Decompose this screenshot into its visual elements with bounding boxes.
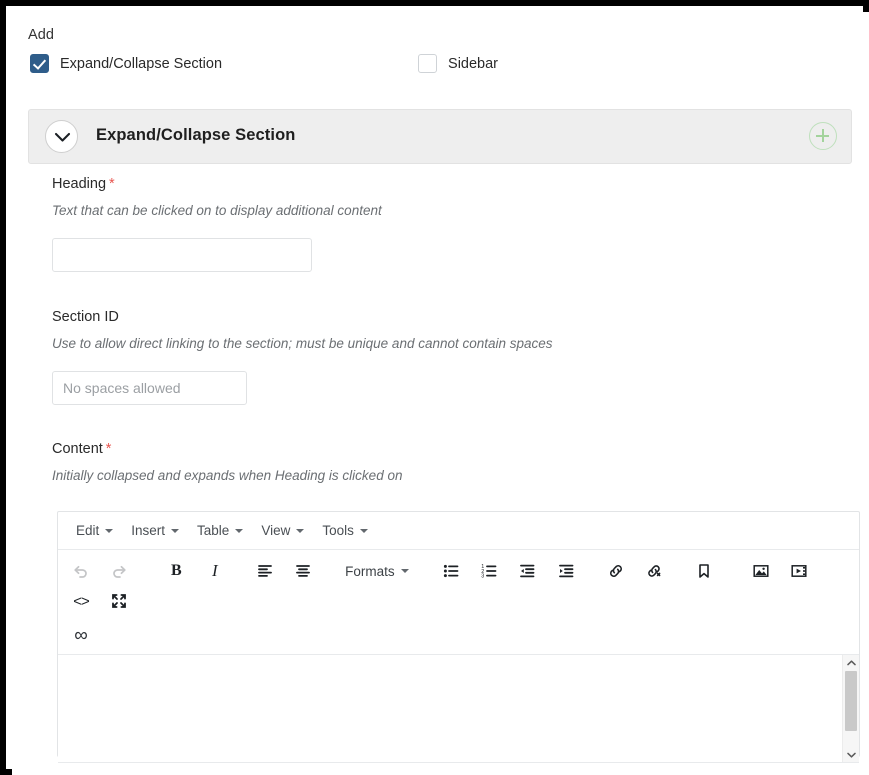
editor-menubar: Edit Insert Table View Tools: [58, 512, 859, 550]
outdent-icon[interactable]: [510, 556, 544, 586]
source-code-glyph: <>: [73, 592, 90, 610]
undo-icon[interactable]: [64, 556, 98, 586]
bold-icon[interactable]: B: [159, 556, 193, 586]
field-content-help: Initially collapsed and expands when Hea…: [52, 468, 403, 483]
chevron-down-icon: [359, 528, 368, 533]
redo-icon[interactable]: [102, 556, 136, 586]
unlink-icon[interactable]: [637, 556, 671, 586]
field-section-id: Section ID Use to allow direct linking t…: [52, 309, 553, 405]
checkbox-label-sidebar: Sidebar: [448, 55, 499, 72]
scrollbar-thumb[interactable]: [845, 671, 857, 731]
menu-table-label: Table: [197, 523, 230, 538]
formats-label: Formats: [345, 563, 395, 579]
field-heading-label-text: Heading: [52, 176, 107, 192]
fullscreen-icon[interactable]: [102, 586, 136, 616]
heading-input[interactable]: [52, 238, 312, 272]
formats-dropdown[interactable]: Formats: [336, 556, 418, 586]
chevron-up-icon[interactable]: [843, 655, 859, 670]
section-title: Expand/Collapse Section: [96, 126, 296, 144]
menu-edit[interactable]: Edit: [67, 519, 122, 542]
menu-view-label: View: [261, 523, 291, 538]
menu-table[interactable]: Table: [188, 519, 252, 542]
chevron-down-icon: [171, 528, 180, 533]
screenshot-frame: Add Expand/Collapse Section Sidebar Expa…: [0, 0, 869, 775]
link-icon[interactable]: [599, 556, 633, 586]
source-code-icon[interactable]: <>: [64, 586, 98, 616]
chevron-down-icon[interactable]: [843, 747, 859, 762]
image-icon[interactable]: [744, 556, 778, 586]
menu-insert[interactable]: Insert: [122, 519, 188, 542]
editor-vertical-scrollbar[interactable]: [842, 655, 859, 762]
editor-content-area[interactable]: [58, 655, 859, 763]
add-label: Add: [28, 27, 55, 43]
bullet-list-icon[interactable]: [434, 556, 468, 586]
italic-glyph: I: [211, 561, 218, 580]
checkbox-checked-icon[interactable]: [30, 54, 49, 73]
editor-statusbar: [58, 763, 859, 775]
menu-insert-label: Insert: [131, 523, 166, 538]
menu-tools-label: Tools: [322, 523, 354, 538]
svg-text:3: 3: [481, 574, 484, 580]
section-header-bar: Expand/Collapse Section: [28, 109, 852, 164]
menu-view[interactable]: View: [252, 519, 313, 542]
align-left-icon[interactable]: [248, 556, 282, 586]
math-infinity-icon[interactable]: ∞: [64, 620, 98, 650]
infinity-glyph: ∞: [74, 624, 88, 646]
align-center-icon[interactable]: [286, 556, 320, 586]
form-panel: Add Expand/Collapse Section Sidebar Expa…: [12, 12, 869, 775]
field-section-id-help: Use to allow direct linking to the secti…: [52, 336, 553, 351]
field-content: Content * Initially collapsed and expands…: [52, 441, 402, 483]
plus-circle-icon[interactable]: [809, 122, 837, 150]
field-content-label-text: Content: [52, 441, 103, 457]
field-heading-label: Heading *: [52, 176, 382, 192]
chevron-down-icon: [400, 569, 409, 573]
anchor-icon[interactable]: [687, 556, 721, 586]
checkbox-sidebar[interactable]: Sidebar: [418, 54, 498, 73]
required-marker: *: [105, 441, 112, 457]
required-marker: *: [109, 176, 115, 192]
bold-glyph: B: [171, 562, 182, 579]
chevron-down-icon: [296, 528, 305, 533]
add-options-group: Expand/Collapse Section Sidebar: [30, 54, 498, 73]
field-heading-help: Text that can be clicked on to display a…: [52, 203, 382, 218]
checkbox-unchecked-icon[interactable]: [418, 54, 438, 73]
chevron-down-icon: [235, 528, 244, 533]
section-id-input[interactable]: [52, 371, 247, 405]
numbered-list-icon[interactable]: 123: [472, 556, 506, 586]
checkbox-expand-collapse-section[interactable]: Expand/Collapse Section: [30, 54, 222, 73]
menu-tools[interactable]: Tools: [313, 519, 377, 542]
field-section-id-label: Section ID: [52, 309, 119, 325]
field-heading: Heading * Text that can be clicked on to …: [52, 176, 382, 272]
checkbox-label-expand-collapse-section: Expand/Collapse Section: [60, 55, 223, 72]
rich-text-editor: Edit Insert Table View Tools B I Formats…: [57, 511, 860, 775]
italic-icon[interactable]: I: [198, 556, 232, 586]
chevron-down-icon: [105, 528, 114, 533]
indent-icon[interactable]: [549, 556, 583, 586]
menu-edit-label: Edit: [76, 523, 100, 538]
editor-toolbar: B I Formats 1 2 3 <> ∞: [58, 550, 859, 655]
chevron-down-icon[interactable]: [45, 120, 78, 153]
media-icon[interactable]: [782, 556, 816, 586]
field-content-label: Content *: [52, 441, 402, 457]
